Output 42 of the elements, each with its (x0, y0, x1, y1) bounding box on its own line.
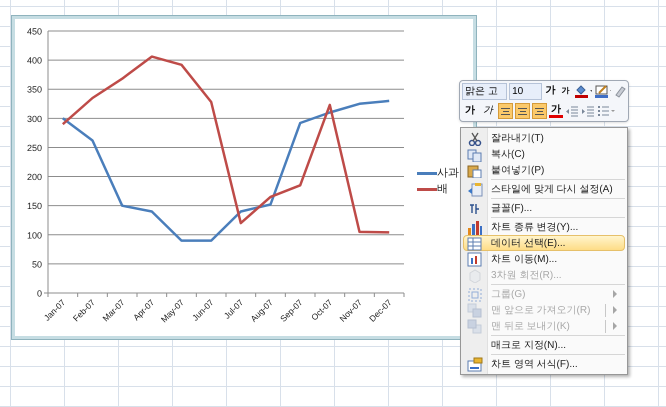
format-chart-icon (467, 356, 483, 372)
legend-label: 배 (437, 184, 448, 194)
y-tick-label: 100 (26, 230, 42, 240)
increase-indent-icon[interactable] (581, 104, 595, 118)
menu-item[interactable]: 차트 영역 서식(F)... (463, 356, 625, 372)
group-icon (467, 286, 483, 302)
send-back-icon (467, 318, 483, 334)
align-right-button[interactable] (532, 103, 547, 119)
y-tick-label: 300 (26, 114, 42, 124)
y-tick-label: 450 (26, 26, 42, 36)
size-field[interactable]: 10 (509, 82, 542, 100)
align-center-button[interactable] (515, 103, 530, 119)
cube-icon (467, 268, 483, 282)
y-tick-label: 0 (36, 288, 42, 298)
bullets-icon[interactable] (597, 104, 615, 118)
y-tick-label: 400 (26, 56, 42, 66)
legend-label: 사과 (437, 168, 459, 178)
font-color-button[interactable]: 가 (549, 104, 563, 118)
fill-color-icon[interactable] (574, 84, 592, 98)
menu-item[interactable]: 매크로 지정(N)... (463, 337, 625, 353)
y-tick-label: 50 (32, 259, 42, 270)
clipboard-icon (467, 162, 483, 178)
copy-icon (467, 146, 483, 162)
decrease-indent-icon[interactable] (565, 104, 579, 118)
y-tick-label: 250 (26, 142, 42, 153)
move-chart-icon (467, 252, 483, 266)
eraser-icon[interactable] (613, 84, 626, 98)
shrink-font-button[interactable]: 가 (560, 87, 572, 95)
align-left-button[interactable] (498, 103, 513, 119)
italic-button[interactable]: 가 (480, 106, 496, 116)
reset-style-icon (467, 182, 483, 196)
y-tick-label: 150 (26, 201, 42, 212)
font-field[interactable]: 맑은 고 (462, 82, 508, 100)
bold-button[interactable]: 가 (462, 106, 478, 116)
scissors-icon (467, 130, 483, 146)
grow-font-button[interactable]: 가 (544, 86, 558, 96)
table-icon (467, 236, 483, 250)
y-tick-label: 200 (26, 172, 42, 182)
bar-chart-icon (467, 220, 483, 234)
bring-front-icon (467, 302, 483, 318)
y-tick-label: 350 (26, 84, 42, 95)
menu-item[interactable]: 데이터 선택(E)... (463, 235, 625, 251)
